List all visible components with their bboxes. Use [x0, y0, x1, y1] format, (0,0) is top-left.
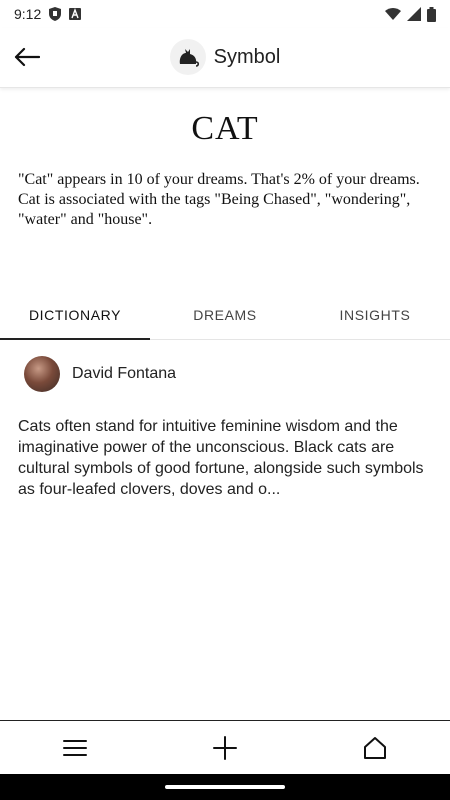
battery-icon — [427, 6, 436, 22]
symbol-name: CAT — [191, 110, 259, 147]
dictionary-entry-text[interactable]: Cats often stand for intuitive feminine … — [18, 416, 432, 500]
font-a-icon — [69, 8, 82, 20]
home-button[interactable] — [360, 733, 390, 763]
add-dream-button[interactable] — [210, 733, 240, 763]
tab-insights[interactable]: INSIGHTS — [300, 290, 450, 339]
hamburger-menu-icon — [63, 739, 87, 756]
home-icon — [364, 736, 386, 759]
tab-dictionary[interactable]: DICTIONARY — [0, 290, 150, 340]
tab-bar: DICTIONARY DREAMS INSIGHTS — [0, 290, 450, 340]
status-right — [385, 6, 436, 22]
app-bar: Symbol — [0, 28, 450, 88]
cat-icon — [169, 39, 206, 75]
shield-icon — [49, 7, 62, 21]
author-row[interactable]: David Fontana — [24, 356, 176, 392]
status-time: 9:12 — [14, 6, 42, 22]
signal-icon — [407, 7, 421, 21]
menu-button[interactable] — [60, 733, 90, 763]
symbol-summary: "Cat" appears in 10 of your dreams. That… — [18, 171, 420, 228]
app-title-wrap: Symbol — [0, 38, 450, 76]
plus-icon — [213, 735, 237, 760]
gesture-handle[interactable] — [165, 785, 285, 789]
avatar — [24, 356, 60, 392]
status-bar: 9:12 — [0, 0, 450, 28]
tab-dreams[interactable]: DREAMS — [150, 290, 300, 339]
status-left: 9:12 — [14, 6, 82, 22]
page-title: Symbol — [213, 45, 281, 68]
bottom-nav — [0, 720, 450, 774]
author-name: David Fontana — [72, 365, 177, 382]
wifi-icon — [385, 7, 401, 21]
